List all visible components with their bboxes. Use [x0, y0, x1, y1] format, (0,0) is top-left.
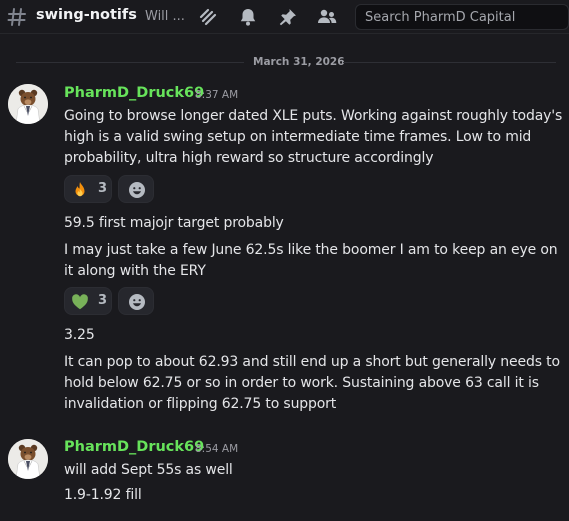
channel-name: swing-notifs [36, 7, 137, 23]
members-icon[interactable] [316, 6, 338, 28]
channel-header: swing-notifs Will ... Search PharmD Capi… [0, 0, 569, 34]
threads-icon[interactable] [197, 6, 219, 28]
reaction-green-heart[interactable]: 3 [64, 287, 112, 315]
divider-line-right [343, 62, 556, 63]
message-text: Going to browse longer dated XLE puts. W… [64, 108, 563, 166]
add-reaction-button[interactable] [118, 287, 154, 315]
message-text: 1.9-1.92 fill [64, 487, 142, 503]
bell-icon[interactable] [237, 6, 259, 28]
date-divider: March 31, 2026 [253, 56, 345, 68]
message-author[interactable]: PharmD_Druck69 [64, 439, 204, 455]
smiley-icon [129, 294, 145, 310]
reaction-count: 3 [98, 181, 108, 196]
message-timestamp[interactable]: 8:37 AM [195, 89, 238, 101]
message-text: I may just take a few June 62.5s like th… [64, 242, 558, 279]
message-text: 59.5 first majojr target probably [64, 215, 284, 231]
channel-topic[interactable]: Will ... [145, 9, 185, 24]
smiley-icon [129, 182, 145, 198]
message-text: will add Sept 55s as well [64, 462, 233, 478]
search-placeholder: Search PharmD Capital [365, 10, 516, 25]
fire-icon [75, 182, 85, 197]
reaction-fire[interactable]: 3 [64, 175, 112, 203]
message-author[interactable]: PharmD_Druck69 [64, 85, 204, 101]
pin-icon[interactable] [277, 6, 299, 28]
search-input[interactable]: Search PharmD Capital [355, 4, 569, 30]
green-heart-icon [72, 294, 88, 310]
add-reaction-button[interactable] [118, 175, 154, 203]
message-text: It can pop to about 62.93 and still end … [64, 354, 560, 412]
avatar[interactable] [8, 84, 48, 124]
message-text: 3.25 [64, 327, 95, 343]
hash-icon [6, 4, 28, 28]
reaction-count: 3 [98, 293, 108, 308]
message-timestamp[interactable]: 8:54 AM [195, 443, 238, 455]
divider-line-left [16, 62, 244, 63]
avatar[interactable] [8, 439, 48, 479]
